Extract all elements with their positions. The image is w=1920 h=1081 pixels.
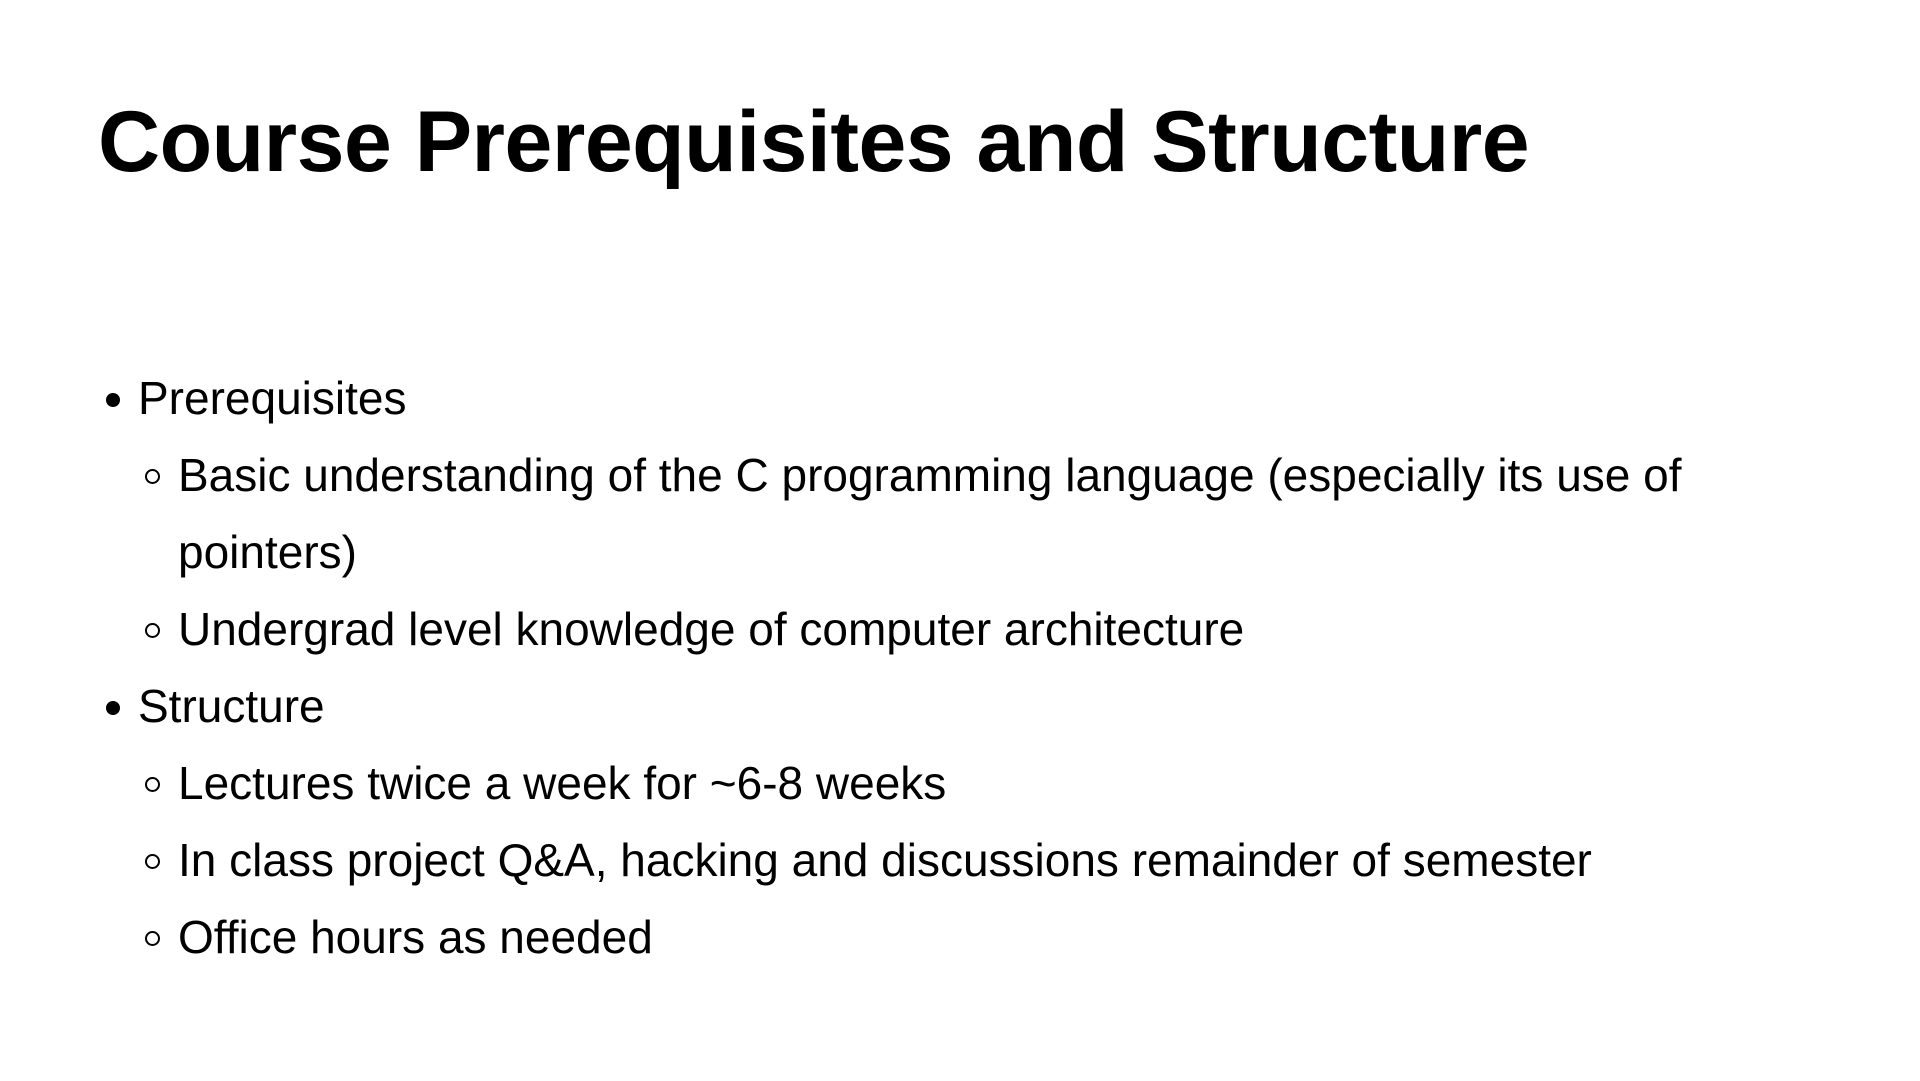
- list-item-text: Basic understanding of the C programming…: [178, 449, 1682, 578]
- hollow-circle-icon: [145, 777, 160, 792]
- filled-dot-icon: [106, 701, 120, 715]
- list-item-text: In class project Q&A, hacking and discus…: [178, 834, 1592, 886]
- slide-title: Course Prerequisites and Structure: [98, 94, 1530, 190]
- list-item-text: Lectures twice a week for ~6-8 weeks: [178, 757, 947, 809]
- list-item: Basic understanding of the C programming…: [0, 437, 1778, 591]
- bullet-list: Prerequisites Basic understanding of the…: [0, 360, 1920, 976]
- hollow-circle-icon: [145, 854, 160, 869]
- hollow-circle-icon: [145, 931, 160, 946]
- list-item-text: Undergrad level knowledge of computer ar…: [178, 603, 1245, 655]
- section-structure: Structure: [0, 668, 1920, 745]
- list-item: Undergrad level knowledge of computer ar…: [0, 591, 1778, 668]
- list-item: Lectures twice a week for ~6-8 weeks: [0, 745, 1778, 822]
- list-item-text: Office hours as needed: [178, 911, 653, 963]
- section-prerequisites: Prerequisites: [0, 360, 1920, 437]
- hollow-circle-icon: [145, 469, 160, 484]
- section-label: Prerequisites: [138, 372, 407, 424]
- section-label: Structure: [138, 680, 325, 732]
- filled-dot-icon: [106, 393, 120, 407]
- slide: Course Prerequisites and Structure Prere…: [0, 0, 1920, 1081]
- list-item: In class project Q&A, hacking and discus…: [0, 822, 1778, 899]
- hollow-circle-icon: [145, 623, 160, 638]
- list-item: Office hours as needed: [0, 899, 1778, 976]
